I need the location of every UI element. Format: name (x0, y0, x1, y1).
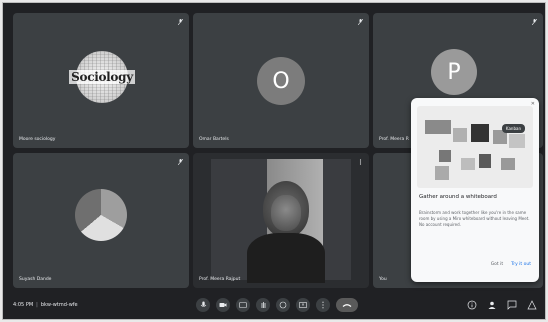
participant-avatar-letter: O (257, 57, 305, 105)
got-it-button[interactable]: Got it (491, 262, 503, 267)
mic-off-icon (178, 159, 183, 165)
activities-icon (526, 299, 537, 309)
emoji-icon (279, 301, 287, 309)
separator: | (36, 302, 38, 308)
hand-icon (261, 302, 265, 308)
participant-name: You (379, 277, 387, 282)
participant-name: Omar Bartels (199, 137, 229, 142)
mic-off-icon (358, 19, 363, 25)
participant-tile-4[interactable]: Suyash Dande (13, 153, 189, 288)
avatar-letter: P (447, 59, 461, 85)
camera-icon (219, 303, 227, 307)
leave-call-button[interactable] (336, 298, 358, 312)
side-panel-icons (466, 299, 537, 310)
raise-hand-button[interactable] (256, 298, 270, 312)
whiteboard-illustration: Kanban (417, 106, 533, 188)
hang-up-icon (342, 303, 352, 307)
try-it-out-button[interactable]: Try it out (511, 262, 531, 267)
video-body (247, 233, 325, 283)
whiteboard-tag: Kanban (501, 124, 525, 133)
participant-name: Prof. Meera Rajput (199, 277, 241, 282)
meeting-code: bkw-wtmd-wfe (40, 302, 78, 308)
mic-button[interactable] (196, 298, 210, 312)
meet-window: Sociology Moore sociology O Omar Bartels… (2, 2, 546, 320)
close-icon[interactable]: ✕ (531, 101, 535, 107)
people-button[interactable] (486, 299, 497, 310)
avatar-word: Sociology (69, 70, 135, 84)
popup-title: Gather around a whiteboard (419, 194, 497, 200)
present-icon (299, 301, 307, 308)
participant-name: Suyash Dande (19, 277, 52, 282)
chat-icon (507, 300, 516, 310)
people-icon (488, 301, 495, 309)
participant-avatar-letter: P (431, 49, 477, 95)
participant-avatar-sociology: Sociology (69, 51, 135, 103)
popup-actions: Got it Try it out (491, 262, 531, 267)
participant-tile-2[interactable]: O Omar Bartels (193, 13, 369, 148)
bottom-toolbar: 4:05 PM | bkw-wtmd-wfe (3, 291, 545, 319)
camera-button[interactable] (216, 298, 230, 312)
chat-button[interactable] (506, 299, 517, 310)
more-options-icon[interactable] (358, 159, 363, 165)
mic-off-icon (532, 19, 537, 25)
activities-button[interactable] (526, 299, 537, 310)
more-vert-icon (322, 301, 324, 309)
video-face (271, 195, 301, 231)
more-options-button[interactable] (316, 298, 330, 312)
participant-name: Prof. Meera R (379, 137, 409, 142)
popup-body: Brainstorm and work together like you're… (419, 210, 530, 227)
clock-time: 4:05 PM (13, 302, 34, 308)
captions-button[interactable] (236, 298, 250, 312)
participant-name: Moore sociology (19, 137, 56, 142)
participant-tile-1[interactable]: Sociology Moore sociology (13, 13, 189, 148)
mic-off-icon (178, 19, 183, 25)
call-controls (196, 298, 358, 312)
participant-avatar-image (75, 189, 127, 241)
info-icon (467, 300, 476, 309)
emoji-button[interactable] (276, 298, 290, 312)
info-button[interactable] (466, 299, 477, 310)
avatar-letter: O (272, 68, 290, 94)
whiteboard-promo-card: Kanban ✕ Gather around a whiteboard Brai… (411, 98, 539, 282)
mic-icon (200, 301, 206, 307)
participant-video (211, 159, 351, 283)
captions-icon (239, 302, 247, 308)
participant-tile-5[interactable]: Prof. Meera Rajput (193, 153, 369, 288)
meeting-info: 4:05 PM | bkw-wtmd-wfe (13, 302, 78, 308)
present-button[interactable] (296, 298, 310, 312)
